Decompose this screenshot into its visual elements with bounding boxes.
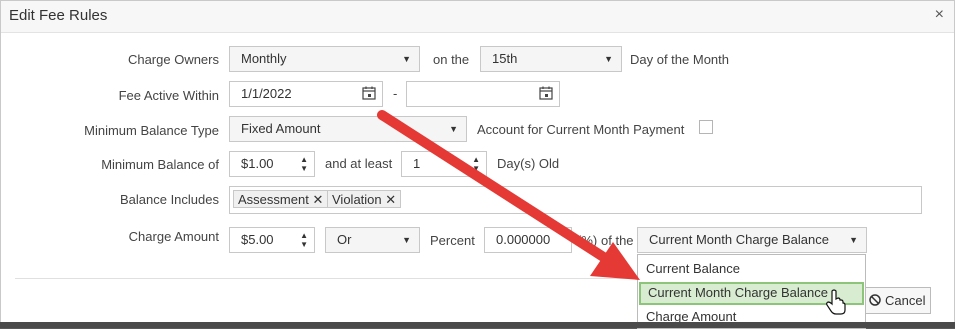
hand-cursor-icon xyxy=(826,289,846,315)
arrow-shaft xyxy=(377,110,610,263)
annotation-arrow xyxy=(377,110,640,280)
